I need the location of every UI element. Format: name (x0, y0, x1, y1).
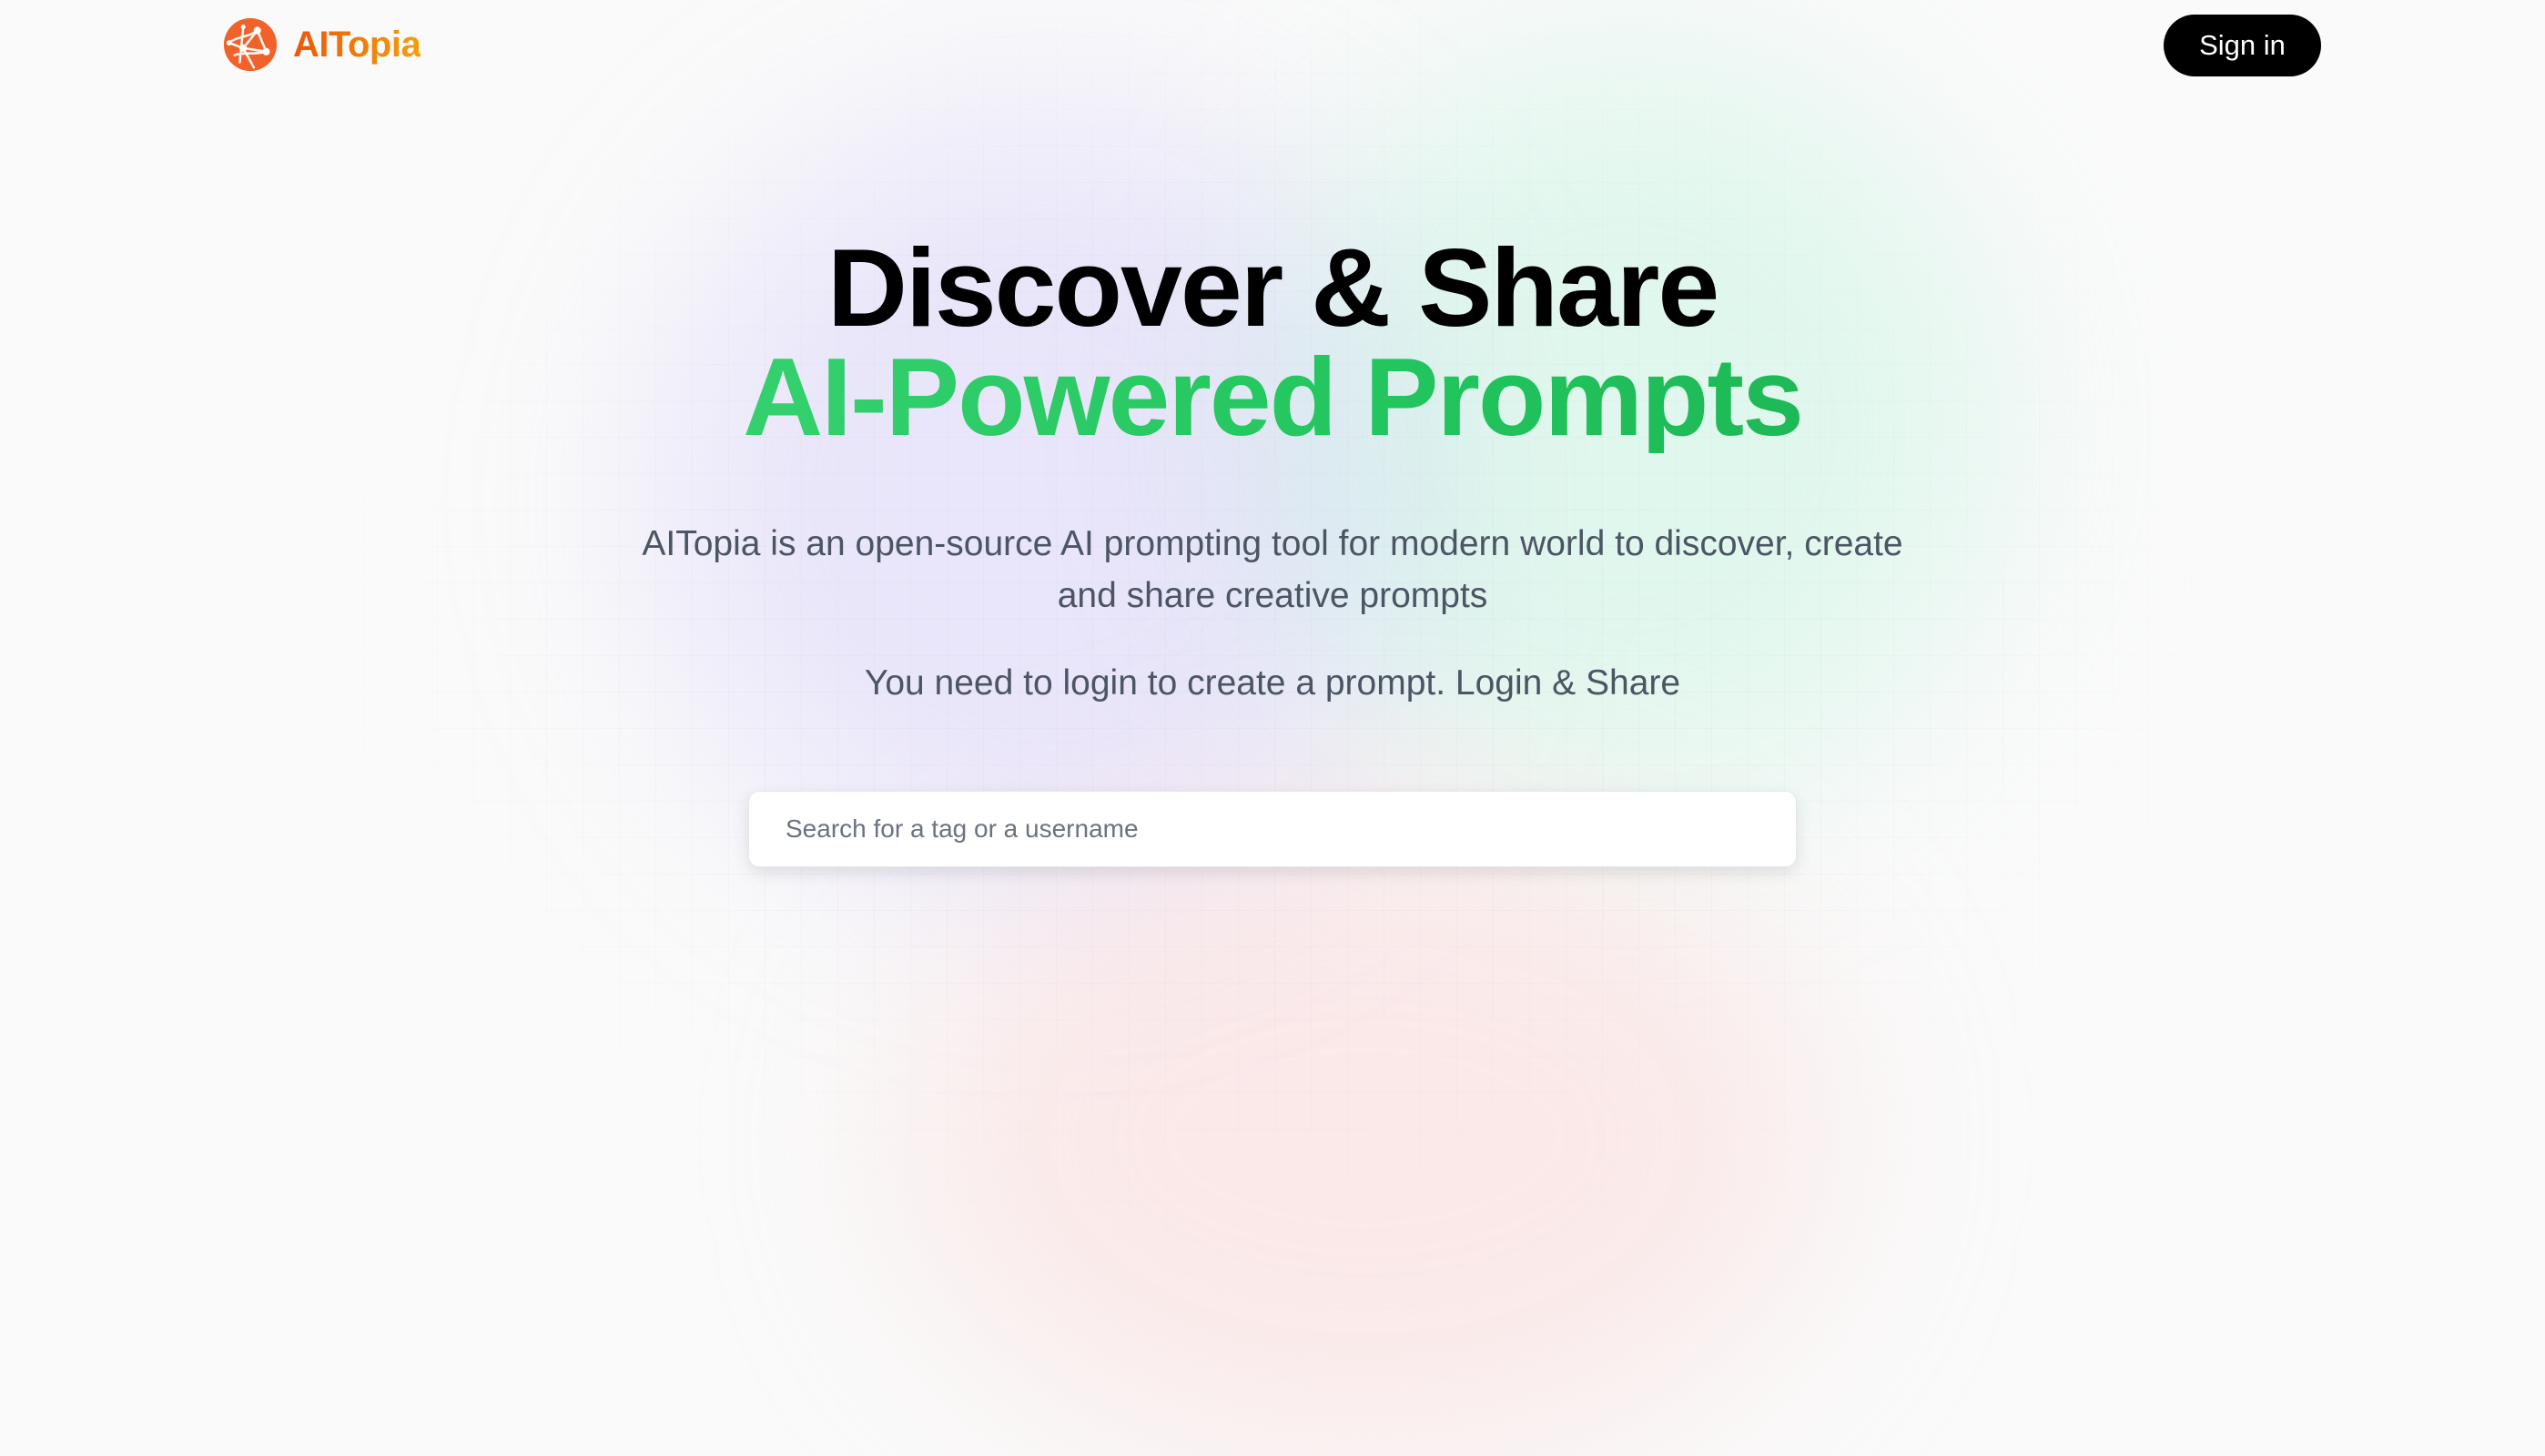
hero-description: AITopia is an open-source AI prompting t… (642, 524, 1903, 615)
search-input[interactable] (748, 791, 1797, 867)
search-bar (748, 791, 1797, 867)
background-gradient-pink (910, 819, 1820, 1456)
sign-in-button[interactable]: Sign in (2164, 15, 2321, 76)
login-note: You need to login to create a prompt. Lo… (864, 663, 1681, 703)
hero-title-line-2: AI-Powered Prompts (0, 340, 2545, 453)
brand-home-link[interactable]: AITopia (222, 16, 421, 73)
top-navbar: AITopia Sign in (0, 0, 2545, 91)
globe-network-icon (223, 17, 278, 72)
brand-name: AITopia (293, 24, 421, 65)
hero-title-line-1: Discover & Share (826, 226, 1719, 349)
